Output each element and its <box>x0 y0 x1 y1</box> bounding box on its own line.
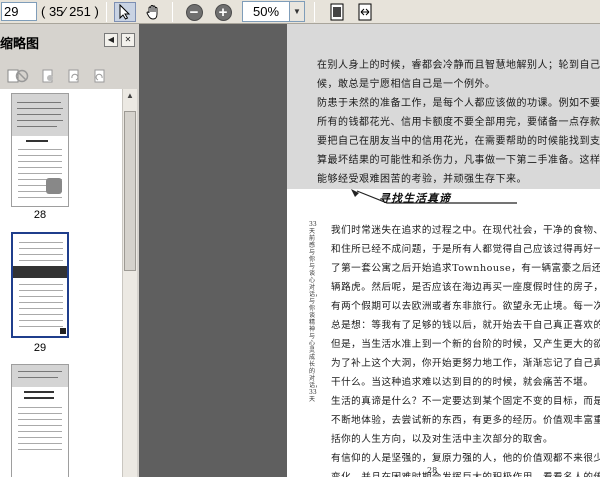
page-number: 28 <box>427 466 438 475</box>
thumbnail-page-selected[interactable] <box>11 232 69 338</box>
document-background <box>139 24 287 477</box>
zoom-in-icon[interactable]: + <box>212 2 234 22</box>
zoom-level-field[interactable]: 50% <box>242 1 290 22</box>
close-icon[interactable]: ✕ <box>121 33 135 47</box>
toolbar-separator <box>106 2 107 22</box>
scroll-up-icon[interactable]: ▲ <box>123 89 137 103</box>
scrollbar-thumb[interactable] <box>124 111 136 271</box>
chevron-down-icon: ▼ <box>293 7 301 16</box>
print-pages-icon[interactable] <box>39 67 57 85</box>
delete-page-icon[interactable] <box>13 67 31 85</box>
sidebar-title: 缩略图 <box>0 36 40 51</box>
rotate-ccw-icon[interactable] <box>65 67 83 85</box>
thumbnail-page[interactable] <box>11 364 69 477</box>
hand-icon[interactable] <box>142 2 164 22</box>
rotate-cw-icon[interactable] <box>91 67 109 85</box>
thumbnail-page[interactable] <box>11 93 69 207</box>
toolbar-separator <box>314 2 315 22</box>
thumbnail-label: 28 <box>33 209 47 221</box>
thumbnail-list: 28 29 <box>0 89 122 477</box>
zoom-dropdown-button[interactable]: ▼ <box>290 1 305 22</box>
chevron-left-icon[interactable]: ◀ <box>104 33 118 47</box>
shaded-paragraph: 在别人身上的时候，睿都会冷静而且智慧地解别人；轮到自己的时 候，敢总是宁愿相信自… <box>317 60 600 185</box>
thumbnail-label: 29 <box>33 342 47 354</box>
fit-page-icon[interactable] <box>326 2 348 22</box>
fit-width-icon[interactable] <box>354 2 376 22</box>
thumbnail-sidebar: 缩略图 ◀ ✕ 28 29 ▲ <box>0 24 139 477</box>
body-text: 我们时常迷失在追求的过程之中。在现代社会，干净的食物、水 和住所已经不成问题，于… <box>331 225 600 477</box>
zoom-out-icon[interactable]: − <box>183 2 205 22</box>
sidebar-toolbar <box>0 64 139 86</box>
thumbnail-scrollbar[interactable]: ▲ <box>122 89 137 477</box>
section-title: 寻找生活真谛 <box>379 192 451 205</box>
page-count: ( 35⁄ 251 ) <box>41 4 99 19</box>
select-arrow-icon[interactable] <box>114 2 136 22</box>
toolbar-separator <box>172 2 173 22</box>
page-number-input[interactable]: 29 <box>1 2 37 21</box>
running-header-vertical: 33天前感与你与谈心对话，与你谈精神与心灵成长的对话，33天 <box>309 221 322 403</box>
document-page: 在别人身上的时候，睿都会冷静而且智慧地解别人；轮到自己的时 候，敢总是宁愿相信自… <box>287 24 600 477</box>
toolbar: 29 ( 35⁄ 251 ) − + 50% ▼ <box>0 0 600 24</box>
